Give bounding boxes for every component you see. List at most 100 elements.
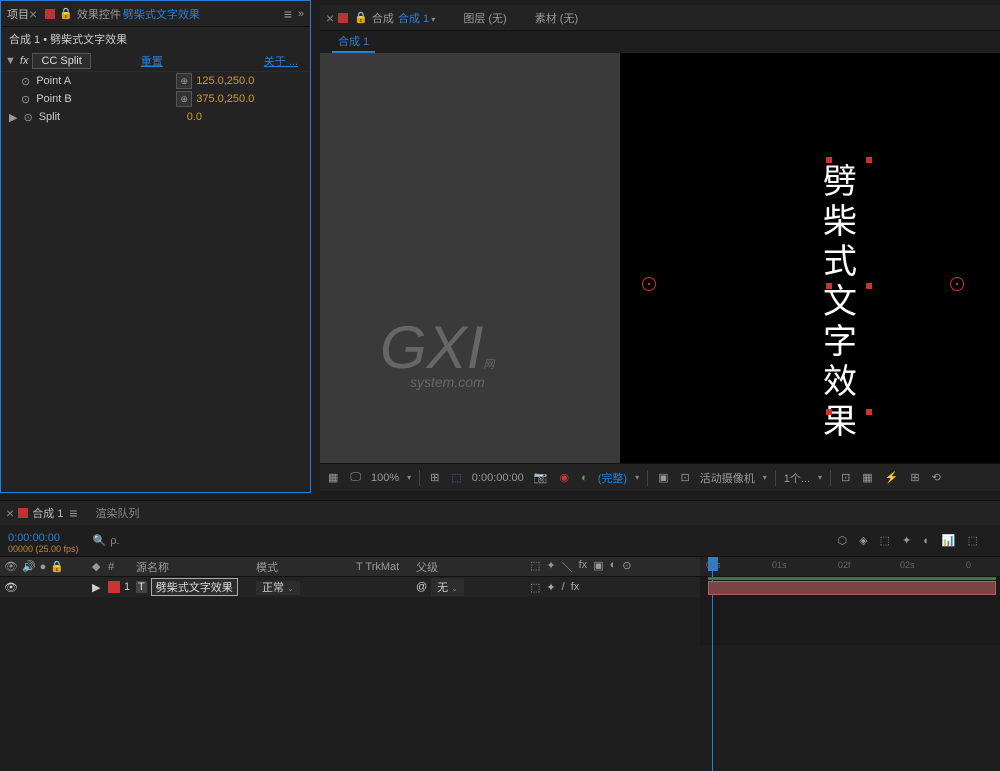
anchor-point-icon[interactable] bbox=[642, 277, 656, 291]
switch-icon[interactable]: ◐ bbox=[610, 559, 617, 575]
channel-icon[interactable]: ◐ bbox=[579, 472, 590, 484]
switch-value[interactable]: ⬚ bbox=[530, 581, 540, 594]
audio-column-icon[interactable]: 🔊 bbox=[22, 560, 36, 573]
time-ruler[interactable]: 00s 01s 02f 02s 0 bbox=[700, 557, 1000, 577]
selection-handle[interactable] bbox=[866, 157, 872, 163]
switch-icon[interactable]: ⊙ bbox=[622, 559, 631, 575]
guides-icon[interactable]: ⊡ bbox=[679, 471, 692, 484]
pixel-icon[interactable]: ▦ bbox=[860, 471, 874, 484]
close-icon[interactable]: × bbox=[29, 6, 37, 22]
timeline-tab-render[interactable]: 渲染队列 bbox=[96, 505, 140, 521]
pickwhip-icon[interactable]: @ bbox=[416, 581, 427, 593]
selection-handle[interactable] bbox=[826, 409, 832, 415]
current-timecode[interactable]: 0:00:00:00 00000 (25.00 fps) bbox=[0, 528, 79, 554]
lock-icon[interactable]: 🔒 bbox=[354, 11, 368, 24]
expand-icon[interactable]: ▶ bbox=[92, 582, 100, 594]
tool-icon[interactable]: ◈ bbox=[857, 534, 869, 547]
viewer-tab-layer-link[interactable]: (无) bbox=[488, 13, 506, 25]
work-area-bar[interactable] bbox=[708, 577, 996, 580]
layer-duration-bar[interactable] bbox=[708, 581, 996, 595]
motion-blur-icon[interactable]: ◐ bbox=[921, 535, 932, 547]
selection-handle[interactable] bbox=[826, 283, 832, 289]
about-link[interactable]: 关于 ... bbox=[264, 53, 298, 69]
name-column[interactable]: 源名称 bbox=[136, 559, 256, 575]
eye-toggle-icon[interactable]: 👁 bbox=[4, 581, 18, 594]
refresh-icon[interactable]: ⟲ bbox=[930, 471, 943, 484]
prop-value[interactable]: 0.0 bbox=[187, 111, 202, 123]
viewer-tab-comp-link[interactable]: 合成 1 bbox=[398, 13, 429, 25]
composition-viewport[interactable]: GXI网 system.com 劈柴式文字效果 bbox=[320, 53, 1000, 463]
prop-value[interactable]: 125.0,250.0 bbox=[196, 75, 254, 87]
panel-chevrons-icon[interactable]: » bbox=[298, 8, 304, 20]
lock-column-icon[interactable]: 🔒 bbox=[50, 560, 64, 573]
views-dropdown[interactable]: 1个... bbox=[784, 470, 810, 486]
selection-handle[interactable] bbox=[866, 409, 872, 415]
selection-handle[interactable] bbox=[826, 157, 832, 163]
text-layer[interactable]: 劈柴式文字效果 bbox=[820, 163, 860, 443]
panel-menu-icon[interactable]: ≡ bbox=[284, 6, 292, 22]
close-icon[interactable]: × bbox=[326, 10, 334, 26]
switch-value[interactable]: / bbox=[562, 581, 565, 594]
collapse-toggle-icon[interactable]: ▼ bbox=[5, 55, 16, 67]
stopwatch-icon[interactable]: ⊙ bbox=[21, 93, 30, 106]
parent-dropdown[interactable]: 无 ⌄ bbox=[431, 578, 464, 596]
effect-name[interactable]: CC Split bbox=[32, 53, 90, 69]
timeline-tab-comp[interactable]: 合成 1 ≡ bbox=[18, 505, 77, 521]
tool-icon[interactable]: ⬡ bbox=[836, 534, 850, 547]
graph-icon[interactable]: 📊 bbox=[940, 534, 958, 547]
viewer-subtab-active[interactable]: 合成 1 bbox=[332, 31, 375, 53]
resolution-dropdown[interactable]: (完整) bbox=[598, 470, 627, 486]
tool-icon[interactable]: ✦ bbox=[900, 534, 913, 547]
layer-color-swatch[interactable] bbox=[108, 581, 120, 593]
viewer-tab-footage-link[interactable]: (无) bbox=[560, 13, 578, 25]
expand-icon[interactable]: ▶ bbox=[9, 111, 17, 124]
grid-icon[interactable]: ⊞ bbox=[428, 471, 441, 484]
monitor-icon[interactable]: 🖵 bbox=[348, 471, 363, 484]
prop-value[interactable]: 375.0,250.0 bbox=[196, 93, 254, 105]
stopwatch-icon[interactable]: ⊙ bbox=[21, 75, 30, 88]
solo-column-icon[interactable]: ● bbox=[40, 561, 47, 573]
effect-cc-split-header[interactable]: ▼ fx CC Split 重置 关于 ... bbox=[1, 51, 310, 72]
label-column-icon[interactable]: ◆ bbox=[92, 560, 108, 573]
footer-time[interactable]: 0:00:00:00 bbox=[472, 472, 524, 484]
switch-value[interactable]: ✦ bbox=[546, 581, 555, 594]
fast-icon[interactable]: ⚡ bbox=[883, 471, 901, 484]
trkmat-column[interactable]: T TrkMat bbox=[356, 561, 416, 573]
selection-handle[interactable] bbox=[866, 283, 872, 289]
tab-menu-icon[interactable]: ≡ bbox=[69, 505, 77, 521]
alpha-icon[interactable]: ▦ bbox=[326, 471, 340, 484]
chevron-down-icon[interactable]: ▾ bbox=[407, 473, 411, 482]
timeline-icon[interactable]: ⊞ bbox=[908, 471, 921, 484]
switch-icon[interactable]: ＼ bbox=[562, 559, 573, 575]
effects-title-link[interactable]: 劈柴式文字效果 bbox=[123, 6, 200, 22]
close-icon[interactable]: × bbox=[6, 505, 14, 521]
crosshair-icon[interactable]: ⊕ bbox=[176, 91, 192, 107]
region-icon[interactable]: ▣ bbox=[656, 471, 670, 484]
timeline-track-area[interactable]: 00s 01s 02f 02s 0 bbox=[700, 557, 1000, 645]
snapshot-icon[interactable]: ◉ bbox=[558, 471, 572, 484]
chevron-down-icon[interactable]: ▾ bbox=[763, 473, 767, 482]
chevron-down-icon[interactable]: ▾ bbox=[635, 473, 639, 482]
project-tab-label[interactable]: 项目 bbox=[7, 6, 29, 22]
chevron-down-icon[interactable]: ▾ bbox=[818, 473, 822, 482]
layer-name[interactable]: 劈柴式文字效果 bbox=[151, 578, 238, 596]
fx-enable-icon[interactable]: fx bbox=[20, 55, 29, 67]
shy-icon[interactable]: ⬚ bbox=[878, 534, 892, 547]
mode-column[interactable]: 模式 bbox=[256, 559, 356, 575]
switch-icon[interactable]: ▣ bbox=[593, 559, 603, 575]
chevron-down-icon[interactable]: ▾ bbox=[429, 15, 435, 24]
zoom-value[interactable]: 100% bbox=[371, 472, 399, 484]
blend-mode-dropdown[interactable]: 正常 ⌄ bbox=[256, 581, 300, 595]
parent-column[interactable]: 父级 bbox=[416, 559, 526, 575]
crosshair-icon[interactable]: ⊕ bbox=[176, 73, 192, 89]
anchor-point-icon[interactable] bbox=[950, 277, 964, 291]
switch-icon[interactable]: fx bbox=[579, 559, 588, 575]
tool-icon[interactable]: ⬚ bbox=[966, 534, 980, 547]
camera-dropdown[interactable]: 活动摄像机 bbox=[700, 470, 755, 486]
reset-link[interactable]: 重置 bbox=[141, 53, 163, 69]
eye-column-icon[interactable]: 👁 bbox=[4, 560, 18, 573]
switch-icon[interactable]: ⬚ bbox=[530, 559, 540, 575]
mask-icon[interactable]: ⬚ bbox=[449, 471, 463, 484]
stopwatch-icon[interactable]: ⊙ bbox=[23, 111, 32, 124]
switch-value[interactable]: fx bbox=[571, 581, 580, 594]
